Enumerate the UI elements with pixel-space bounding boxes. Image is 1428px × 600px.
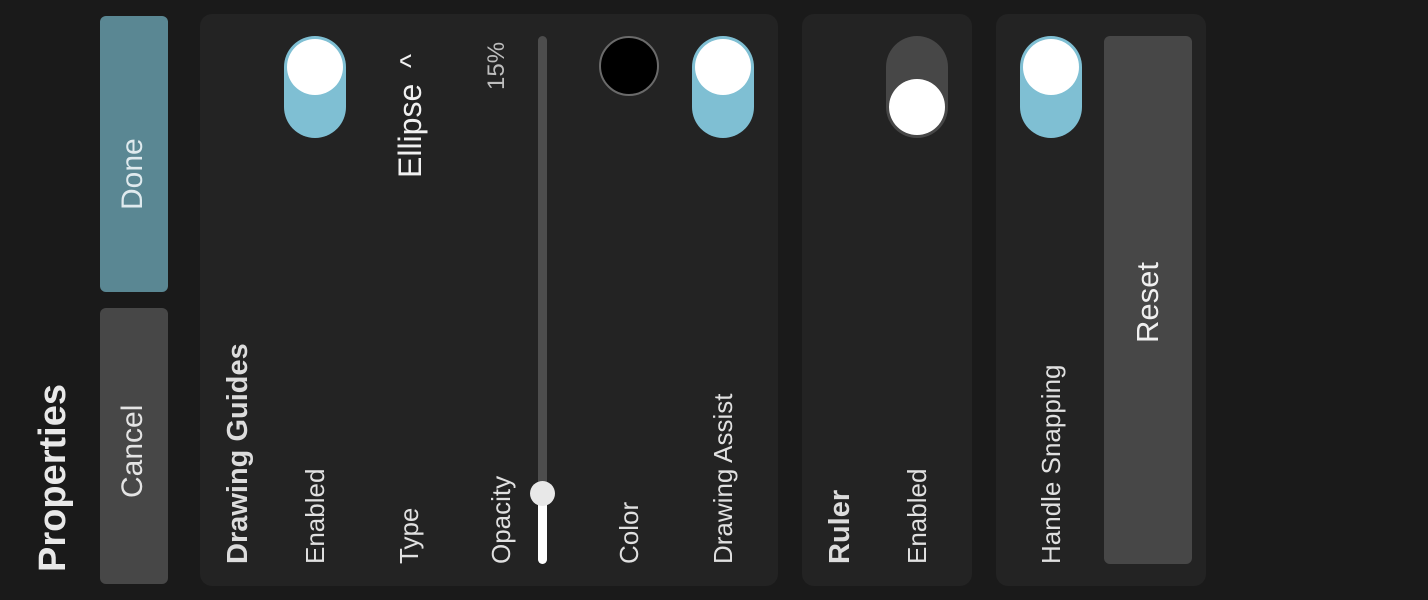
ruler-heading: Ruler xyxy=(824,489,856,564)
ruler-enabled-label: Enabled xyxy=(902,468,932,564)
done-button-label: Done xyxy=(116,138,149,210)
done-button[interactable]: Done xyxy=(100,16,168,292)
ruler-enabled-toggle[interactable] xyxy=(886,36,948,138)
opacity-value: 15% xyxy=(483,41,510,90)
type-label: Type xyxy=(394,507,424,564)
guides-enabled-toggle[interactable] xyxy=(284,36,346,138)
guides-enabled-label: Enabled xyxy=(300,468,330,564)
toggle-knob xyxy=(889,79,945,135)
reset-button[interactable]: Reset xyxy=(1104,36,1192,564)
color-swatch[interactable] xyxy=(599,36,659,96)
reset-button-label: Reset xyxy=(1130,262,1165,343)
color-label: Color xyxy=(614,501,644,564)
type-value[interactable]: Ellipse xyxy=(392,84,428,178)
handle-snapping-label: Handle Snapping xyxy=(1036,364,1066,565)
toggle-knob xyxy=(695,39,751,95)
cancel-button[interactable]: Cancel xyxy=(100,308,168,584)
toggle-knob xyxy=(1023,39,1079,95)
cancel-button-label: Cancel xyxy=(116,404,149,498)
drawing-assist-label: Drawing Assist xyxy=(708,393,738,565)
drawing-guides-heading: Drawing Guides xyxy=(222,343,254,564)
chevron-up-icon[interactable]: ^ xyxy=(395,54,428,68)
toggle-knob xyxy=(287,39,343,95)
page-title: Properties xyxy=(32,384,74,572)
drawing-assist-toggle[interactable] xyxy=(692,36,754,138)
opacity-slider-thumb[interactable] xyxy=(530,480,555,506)
handle-snapping-toggle[interactable] xyxy=(1020,36,1082,138)
opacity-label: Opacity xyxy=(486,475,516,564)
